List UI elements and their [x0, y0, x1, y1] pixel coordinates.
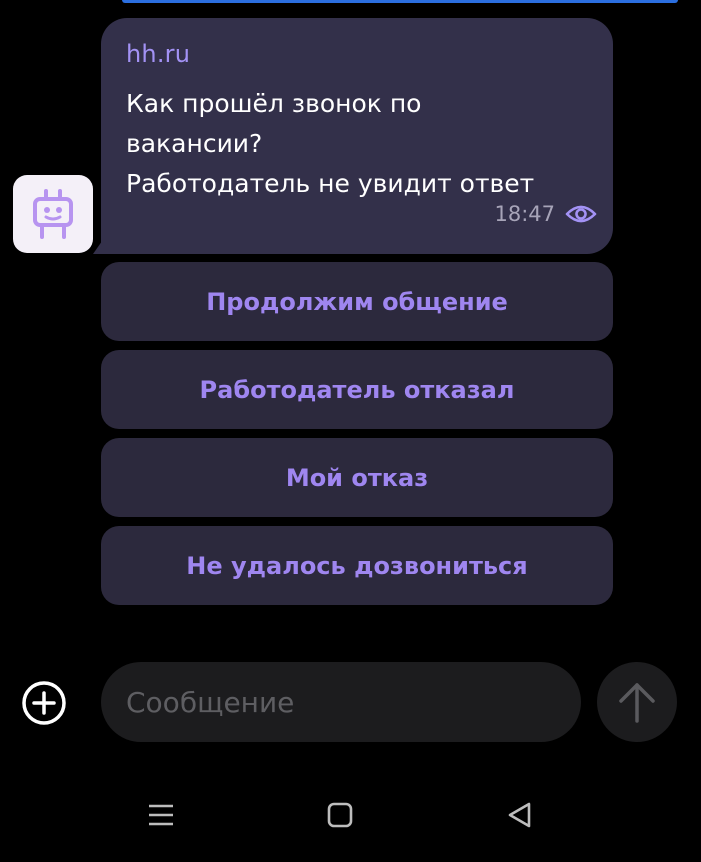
nav-home-button[interactable]: [320, 796, 360, 834]
back-triangle-icon: [508, 802, 531, 828]
message-bubble[interactable]: hh.ru Как прошёл звонок по вакансии? Раб…: [101, 18, 613, 254]
add-attachment-button[interactable]: [21, 680, 67, 726]
menu-icon: [149, 804, 173, 826]
plus-circle-icon: [22, 681, 66, 725]
quick-reply-could-not-reach[interactable]: Не удалось дозвониться: [101, 526, 613, 605]
chat-screen: hh.ru Как прошёл звонок по вакансии? Раб…: [0, 0, 701, 862]
robot-icon: [33, 189, 73, 239]
bot-avatar[interactable]: [13, 175, 93, 253]
message-text: Как прошёл звонок по вакансии? Работодат…: [126, 89, 535, 198]
message-time: 18:47: [494, 202, 555, 226]
home-square-icon: [327, 802, 353, 828]
arrow-up-icon: [619, 683, 655, 723]
nav-back-button[interactable]: [500, 796, 540, 834]
quick-reply-my-rejection[interactable]: Мой отказ: [101, 438, 613, 517]
message-input[interactable]: [101, 662, 581, 742]
message-sender: hh.ru: [126, 40, 191, 68]
previous-message-edge: [122, 0, 678, 3]
send-button[interactable]: [597, 662, 677, 742]
nav-menu-button[interactable]: [141, 796, 181, 834]
quick-reply-continue[interactable]: Продолжим общение: [101, 262, 613, 341]
eye-icon: [565, 205, 597, 223]
message-meta: 18:47: [494, 202, 597, 226]
quick-reply-employer-rejected[interactable]: Работодатель отказал: [101, 350, 613, 429]
